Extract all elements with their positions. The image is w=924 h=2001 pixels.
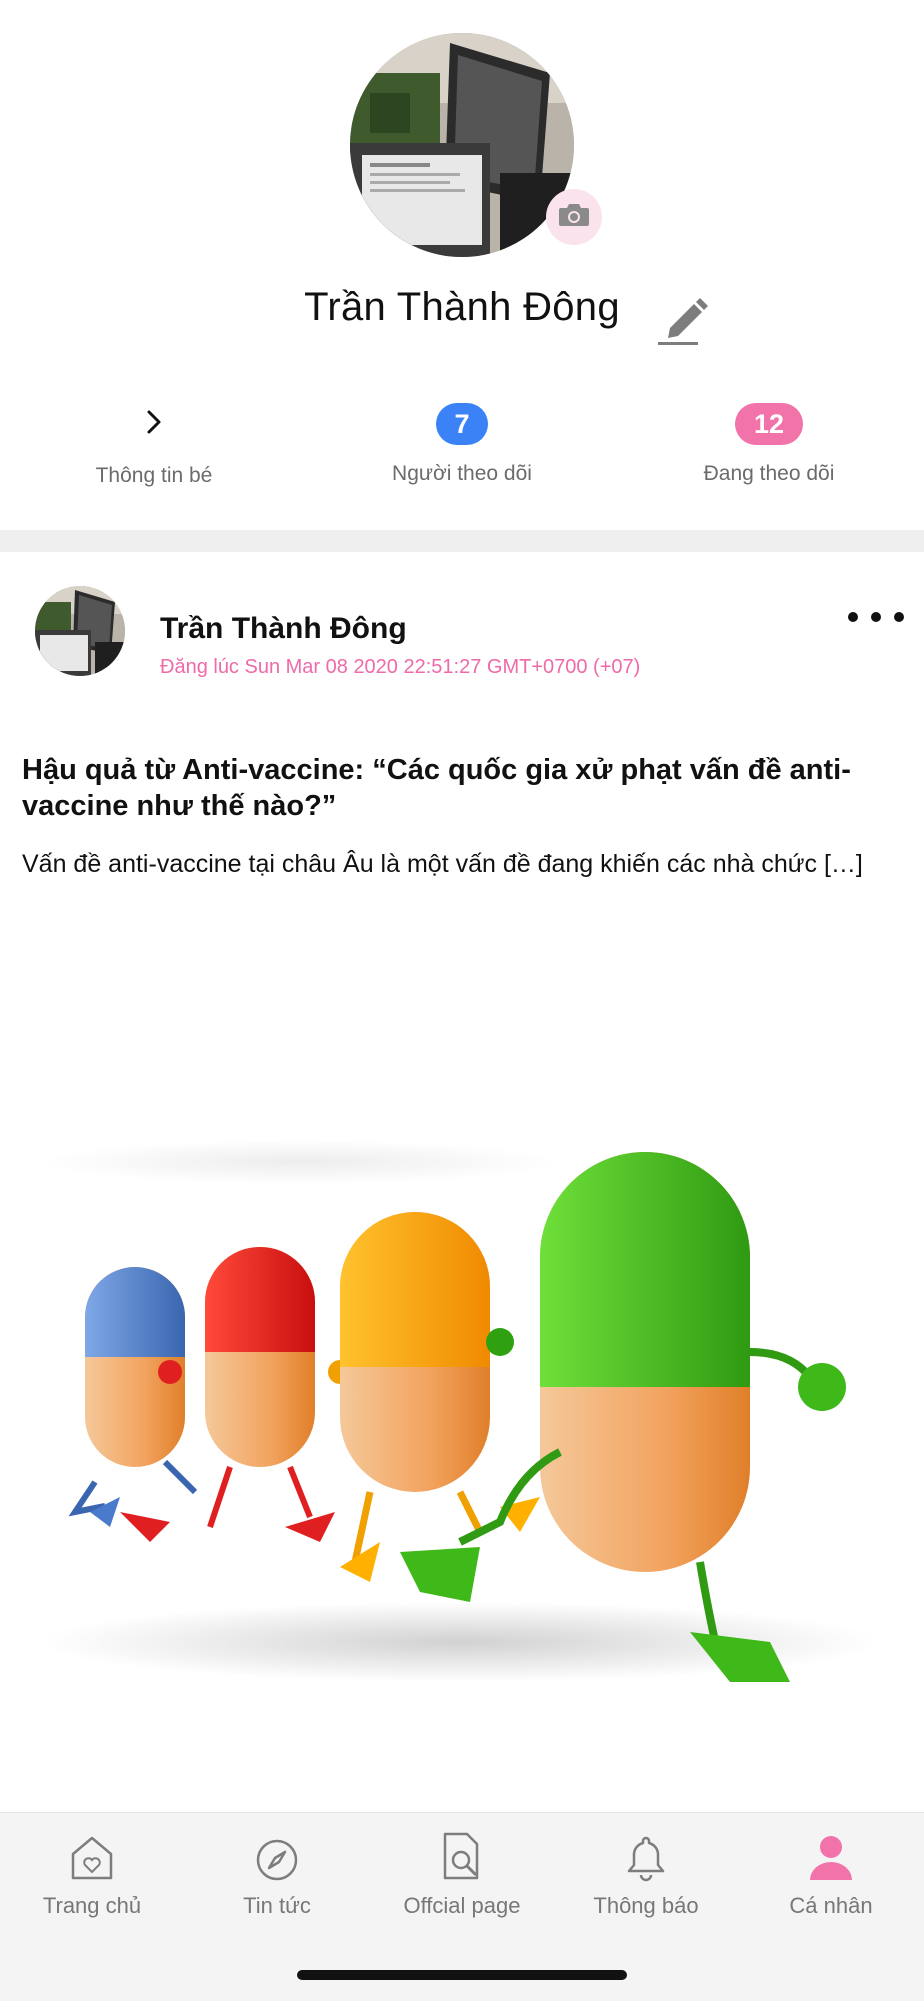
stat-label: Thông tin bé [95, 464, 213, 487]
stat-baby-info[interactable]: Thông tin bé [34, 400, 274, 488]
stat-label: Người theo dõi [392, 462, 532, 485]
profile-name: Trần Thành Đông [304, 285, 620, 329]
post-title[interactable]: Hậu quả từ Anti-vaccine: “Các quốc gia x… [22, 752, 882, 824]
tab-official-page[interactable]: Offcial page [370, 1831, 554, 1919]
more-dot [848, 612, 858, 622]
tab-label: Cá nhân [789, 1893, 873, 1918]
post-excerpt[interactable]: Vấn đề anti-vaccine tại châu Âu là một v… [22, 847, 892, 882]
more-dot [871, 612, 881, 622]
post-author-avatar[interactable] [35, 586, 125, 676]
followers-count-badge: 7 [436, 403, 488, 445]
profile-stats: Thông tin bé 7 Người theo dõi 12 Đang th… [0, 400, 924, 500]
person-icon [808, 1834, 854, 1887]
more-dot [894, 612, 904, 622]
tab-profile[interactable]: Cá nhân [739, 1831, 923, 1919]
tab-news[interactable]: Tin tức [185, 1831, 369, 1919]
tab-notifications[interactable]: Thông báo [554, 1831, 738, 1919]
home-icon [69, 1834, 115, 1887]
post-timestamp: Đăng lúc Sun Mar 08 2020 22:51:27 GMT+07… [160, 656, 641, 678]
tab-label: Offcial page [403, 1893, 521, 1918]
chevron-right-icon [144, 408, 164, 441]
tab-label: Thông báo [593, 1893, 699, 1918]
stat-label: Đang theo dõi [703, 462, 835, 485]
tab-home[interactable]: Trang chủ [0, 1831, 184, 1919]
home-indicator [297, 1970, 627, 1980]
tab-label: Trang chủ [42, 1893, 142, 1918]
profile-header: Trần Thành Đông Thông tin bé 7 Người the… [0, 0, 924, 530]
stat-following[interactable]: 12 Đang theo dõi [649, 400, 889, 486]
change-photo-button[interactable] [546, 189, 602, 245]
profile-avatar-wrap [350, 33, 602, 257]
post-more-button[interactable] [848, 602, 904, 632]
post-author-name[interactable]: Trần Thành Đông [160, 612, 407, 646]
edit-name-button[interactable] [656, 298, 714, 348]
profile-avatar[interactable] [350, 33, 574, 257]
post-image[interactable] [0, 1042, 924, 1742]
section-divider [0, 530, 924, 552]
compass-icon [255, 1838, 299, 1887]
bell-icon [624, 1834, 668, 1887]
following-count-badge: 12 [735, 403, 803, 445]
stat-followers[interactable]: 7 Người theo dõi [342, 400, 582, 486]
post-card: Trần Thành Đông Đăng lúc Sun Mar 08 2020… [0, 552, 924, 1812]
camera-icon [558, 202, 590, 233]
document-search-icon [439, 1832, 485, 1887]
tab-label: Tin tức [243, 1893, 311, 1918]
pencil-icon [656, 298, 714, 352]
